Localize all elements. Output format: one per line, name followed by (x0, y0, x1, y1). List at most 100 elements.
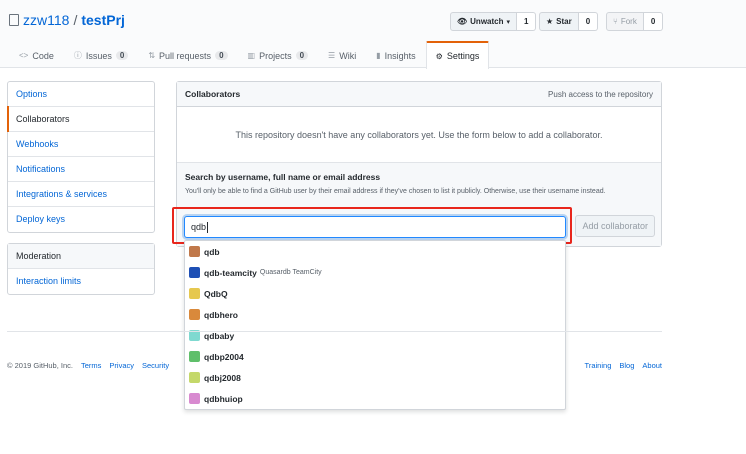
tab-settings[interactable]: ⚙ Settings (425, 41, 490, 69)
search-label: Search by username, full name or email a… (185, 172, 381, 182)
suggestion-item[interactable]: qdb (185, 241, 565, 262)
suggestion-item[interactable]: qdbj2008 (185, 367, 565, 388)
tab-counter: 0 (115, 51, 129, 60)
autocomplete-dropdown: qdb qdb-teamcity Quasardb TeamCity QdbQ … (184, 240, 566, 410)
watch-action: 👁 Unwatch ▾ 1 (450, 12, 537, 31)
repo-owner-link[interactable]: zzw118 (23, 12, 69, 28)
tab-wiki[interactable]: ☰ Wiki (318, 41, 366, 69)
avatar (189, 351, 200, 362)
suggestion-item[interactable]: qdb-teamcity Quasardb TeamCity (185, 262, 565, 283)
footer-link-security[interactable]: Security (142, 361, 169, 370)
avatar (189, 267, 200, 278)
menu-item-webhooks[interactable]: Webhooks (8, 132, 154, 157)
graph-icon: ▮ (376, 51, 381, 60)
tab-label: Wiki (339, 50, 357, 61)
tab-label: Pull requests (159, 50, 212, 61)
avatar (189, 372, 200, 383)
menu-item-notifications[interactable]: Notifications (8, 157, 154, 182)
repo-title: zzw118 / testPrj (9, 12, 125, 28)
menu-item-deploy-keys[interactable]: Deploy keys (8, 207, 154, 232)
fork-button[interactable]: ⑂ Fork (606, 12, 644, 31)
repo-separator: / (73, 12, 78, 28)
suggestion-item[interactable]: qdbp2004 (185, 346, 565, 367)
suggestion-item[interactable]: qdbhero (185, 304, 565, 325)
eye-icon: 👁 (457, 17, 468, 26)
tab-label: Projects (259, 50, 292, 61)
footer-right: Training Blog About (585, 361, 662, 370)
tab-label: Issues (85, 50, 112, 61)
fork-label: Fork (620, 17, 637, 26)
gear-icon: ⚙ (435, 51, 443, 61)
suggestion-login: qdbp2004 (204, 351, 244, 362)
menu-item-options[interactable]: Options (8, 82, 154, 107)
avatar (189, 393, 200, 404)
repo-name-link[interactable]: testPrj (81, 12, 125, 28)
tab-label: Insights (384, 50, 416, 61)
suggestion-login: qdbhero (204, 309, 238, 320)
search-help: You'll only be able to find a GitHub use… (185, 188, 606, 195)
footer-link-about[interactable]: About (642, 361, 662, 370)
caret-down-icon: ▾ (506, 18, 511, 26)
repo-icon (9, 14, 19, 26)
moderation-menu: Moderation Interaction limits (7, 243, 155, 295)
tab-label: Code (32, 50, 54, 61)
code-icon: <> (19, 51, 29, 60)
tab-pull-requests[interactable]: ⇅ Pull requests 0 (138, 41, 237, 69)
footer-divider (7, 331, 662, 332)
tab-label: Settings (446, 51, 480, 61)
avatar (189, 309, 200, 320)
suggestion-item[interactable]: QdbQ (185, 283, 565, 304)
moderation-heading: Moderation (8, 244, 154, 269)
suggestion-item[interactable]: qdbaby (185, 325, 565, 346)
watch-count[interactable]: 1 (517, 12, 537, 31)
footer-link-terms[interactable]: Terms (81, 361, 101, 370)
tab-code[interactable]: <> Code (9, 41, 64, 69)
avatar (189, 246, 200, 257)
watch-label: Unwatch (470, 17, 504, 26)
star-count[interactable]: 0 (578, 12, 599, 31)
collaborators-title: Collaborators (185, 89, 241, 99)
menu-item-collaborators[interactable]: Collaborators (7, 106, 154, 132)
suggestion-login: qdbhuiop (204, 393, 243, 404)
suggestion-name: Quasardb TeamCity (259, 269, 322, 276)
collaborators-header: Collaborators Push access to the reposit… (177, 82, 661, 107)
repo-header: zzw118 / testPrj 👁 Unwatch ▾ 1 ★ Star 0 … (0, 0, 746, 69)
add-collaborator-button[interactable]: Add collaborator (575, 215, 655, 237)
footer-copyright: © 2019 GitHub, Inc. (7, 361, 73, 370)
suggestion-login: qdbj2008 (204, 372, 241, 383)
star-button[interactable]: ★ Star (539, 12, 579, 31)
footer-link-privacy[interactable]: Privacy (109, 361, 134, 370)
star-label: Star (556, 17, 572, 26)
star-action: ★ Star 0 (539, 12, 599, 31)
issue-icon: ⓘ (73, 51, 82, 60)
collaborators-note: Push access to the repository (548, 89, 653, 99)
tab-projects[interactable]: ▥ Projects 0 (238, 41, 319, 69)
pull-request-icon: ⇅ (148, 51, 156, 60)
empty-message: This repository doesn't have any collabo… (177, 107, 661, 163)
tab-insights[interactable]: ▮ Insights (366, 41, 425, 69)
suggestion-item[interactable]: qdbhuiop (185, 388, 565, 409)
tab-counter: 0 (215, 51, 228, 60)
fork-count[interactable]: 0 (643, 12, 664, 31)
repo-tabs: <> Code ⓘ Issues 0 ⇅ Pull requests 0 ▥ P… (9, 41, 490, 69)
fork-action: ⑂ Fork 0 (606, 12, 664, 31)
text-cursor (207, 221, 209, 233)
footer-left: © 2019 GitHub, Inc. Terms Privacy Securi… (7, 361, 177, 370)
footer-link-blog[interactable]: Blog (619, 361, 634, 370)
tab-counter: 0 (295, 51, 309, 60)
footer-link-training[interactable]: Training (585, 361, 612, 370)
menu-item-interaction-limits[interactable]: Interaction limits (8, 269, 154, 294)
search-input-value: qdb (191, 222, 207, 232)
star-icon: ★ (546, 17, 554, 26)
suggestion-login: qdb-teamcity (204, 267, 257, 278)
avatar (189, 288, 200, 299)
suggestion-login: qdb (204, 246, 220, 257)
project-icon: ▥ (247, 51, 256, 60)
menu-item-integrations[interactable]: Integrations & services (8, 182, 154, 207)
suggestion-login: qdbaby (204, 330, 235, 341)
tab-issues[interactable]: ⓘ Issues 0 (64, 41, 138, 69)
settings-menu: Options Collaborators Webhooks Notificat… (7, 81, 155, 233)
collaborator-search-input[interactable]: qdb (184, 216, 566, 238)
book-icon: ☰ (328, 51, 336, 60)
watch-button[interactable]: 👁 Unwatch ▾ (450, 12, 518, 31)
